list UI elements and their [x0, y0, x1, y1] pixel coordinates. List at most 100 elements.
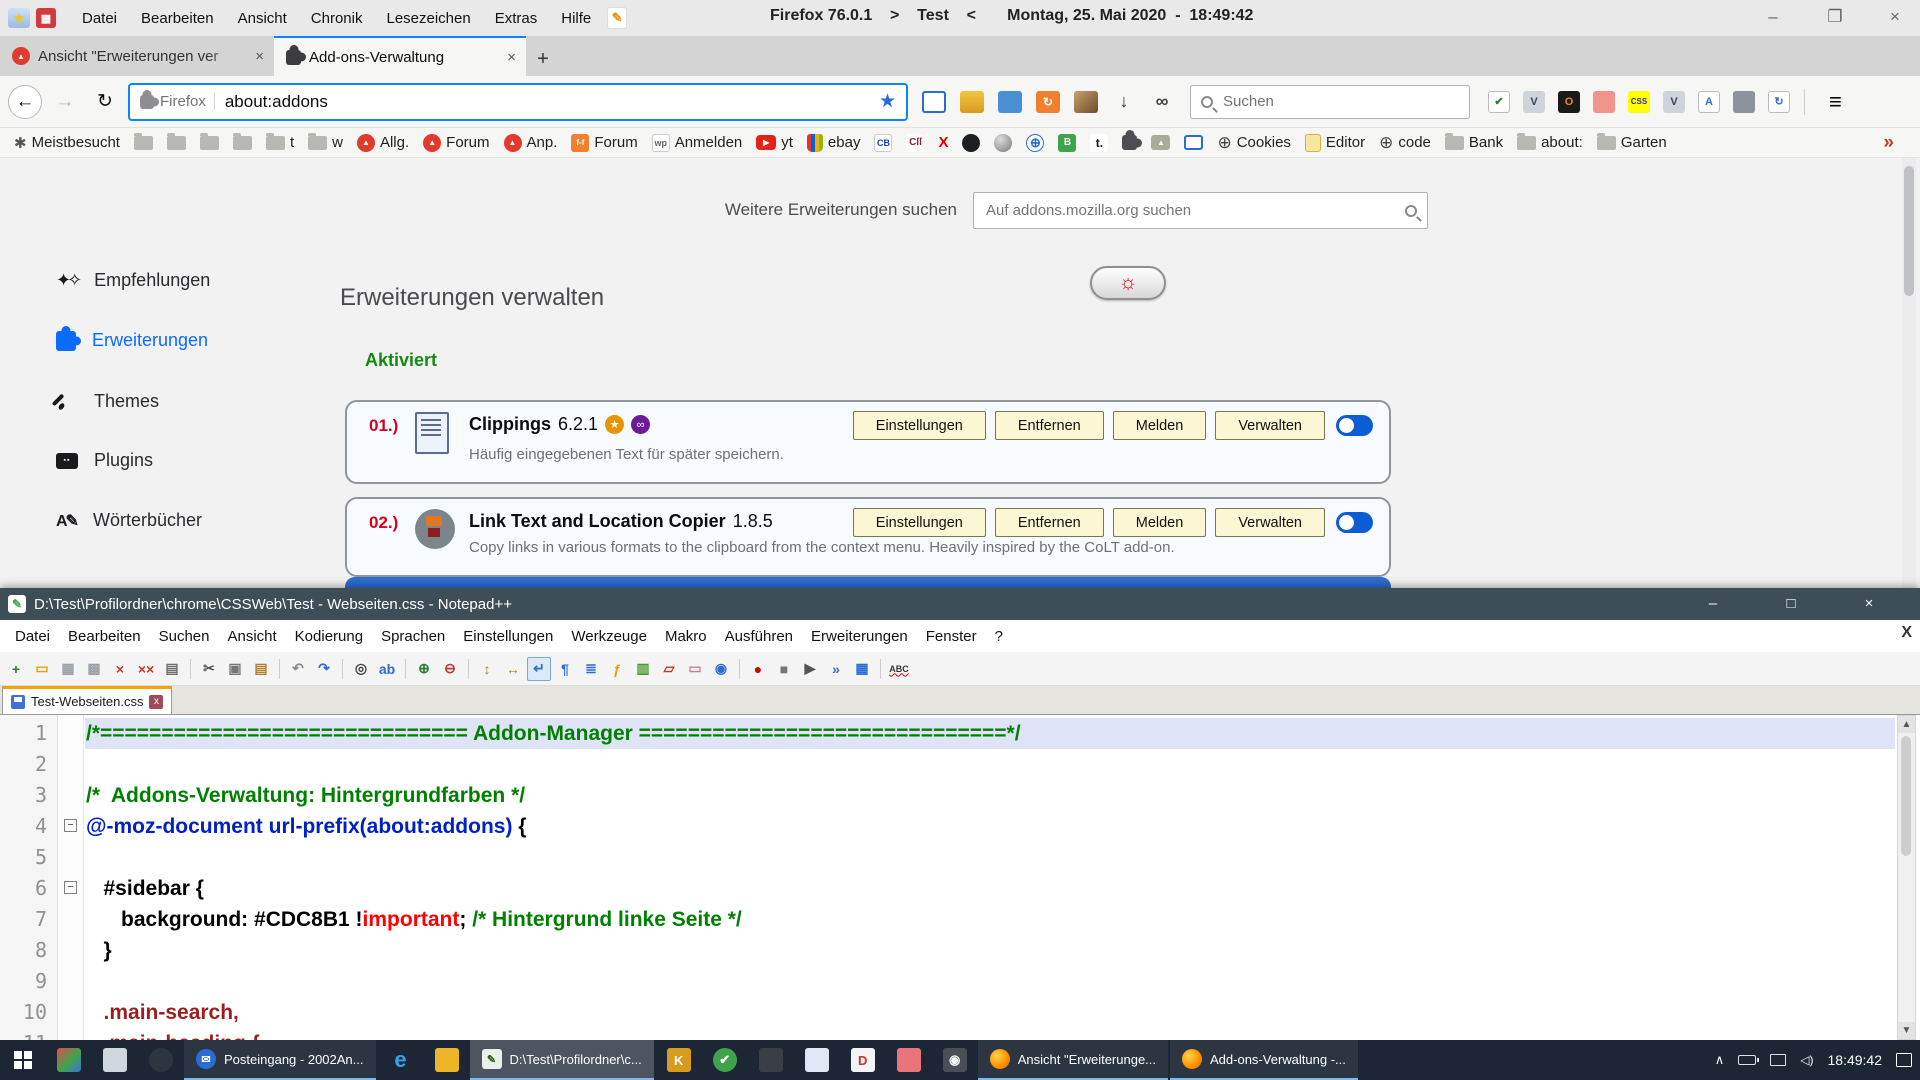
indent-guide-icon[interactable]: ≣: [579, 657, 603, 681]
forward-button[interactable]: →: [48, 85, 82, 119]
action-center-icon[interactable]: [1896, 1053, 1912, 1067]
sidebar-item-erweiterungen[interactable]: Erweiterungen: [56, 330, 208, 351]
bookmark-item-t[interactable]: t: [266, 134, 294, 151]
download-icon[interactable]: ↓: [1112, 91, 1136, 113]
session-window-icon[interactable]: ★: [8, 8, 30, 28]
function-list-icon[interactable]: ƒ: [605, 657, 629, 681]
npp-menu-ansicht[interactable]: Ansicht: [218, 624, 285, 649]
addon-button-entfernen[interactable]: Entfernen: [995, 508, 1104, 537]
battery-icon[interactable]: [1738, 1055, 1756, 1065]
bookmark-item[interactable]: [1184, 135, 1203, 150]
show-all-chars-icon[interactable]: ¶: [553, 657, 577, 681]
npp-minimize-button[interactable]: –: [1690, 588, 1736, 618]
tab-close-icon[interactable]: ×: [255, 48, 264, 65]
panels-icon[interactable]: [922, 91, 946, 113]
quill-icon[interactable]: ✎: [607, 7, 627, 29]
menu-chronik[interactable]: Chronik: [301, 6, 373, 31]
gray-extension-icon[interactable]: [1733, 91, 1755, 113]
menu-hilfe[interactable]: Hilfe: [551, 6, 601, 31]
menu-extras[interactable]: Extras: [485, 6, 548, 31]
notes-blue-icon[interactable]: [794, 1040, 840, 1080]
taskbar-button-firefox-window-1[interactable]: Ansicht "Erweiterunge...: [978, 1040, 1168, 1080]
npp-menu-datei[interactable]: Datei: [6, 624, 59, 649]
page-scrollbar[interactable]: [1902, 158, 1916, 588]
url-bar[interactable]: Firefox ★: [128, 83, 908, 121]
open-file-icon[interactable]: ▭: [30, 657, 54, 681]
npp-close-button[interactable]: ×: [1846, 588, 1892, 618]
bookmark-item-about[interactable]: about:: [1517, 134, 1583, 151]
find-icon[interactable]: ◎: [349, 657, 373, 681]
sidebar-item-wörterbücher[interactable]: A✎Wörterbücher: [56, 510, 202, 531]
menu-lesezeichen[interactable]: Lesezeichen: [376, 6, 480, 31]
menu-datei[interactable]: Datei: [72, 6, 127, 31]
npp-menu-werkzeuge[interactable]: Werkzeuge: [562, 624, 656, 649]
copy-icon[interactable]: ▣: [223, 657, 247, 681]
bookmark-item-editor[interactable]: Editor: [1305, 134, 1365, 152]
scroll-extension-icon[interactable]: [1593, 91, 1615, 113]
bookmark-item[interactable]: Cſſ: [906, 134, 924, 152]
close-button[interactable]: ×: [1872, 0, 1918, 34]
scroll-up-arrow[interactable]: ▲: [1898, 716, 1915, 733]
bookmark-item-allg[interactable]: ▲Allg.: [357, 134, 409, 152]
planet-icon[interactable]: [138, 1040, 184, 1080]
sidebar-item-empfehlungen[interactable]: ✦✧Empfehlungen: [56, 270, 210, 291]
zoom-in-icon[interactable]: ⊕: [412, 657, 436, 681]
clock-icon[interactable]: ◉: [709, 657, 733, 681]
display-icon[interactable]: [1770, 1054, 1786, 1066]
bookmark-item[interactable]: B: [1058, 134, 1076, 152]
sync-orange-icon[interactable]: ↻: [1036, 91, 1060, 113]
css-extension-icon[interactable]: CSS: [1628, 91, 1650, 113]
taskbar-button-firefox-window-2[interactable]: Add-ons-Verwaltung -...: [1170, 1040, 1358, 1080]
bookmark-item[interactable]: X: [938, 134, 948, 151]
translate-extension-icon[interactable]: A: [1698, 91, 1720, 113]
volume-icon[interactable]: ◁): [1800, 1053, 1813, 1067]
bookmarks-overflow-chevron[interactable]: »: [1883, 132, 1906, 154]
npp-doc-close-x[interactable]: X: [1901, 624, 1912, 642]
url-input[interactable]: [223, 91, 871, 113]
tools-gear-button[interactable]: ☼: [1090, 266, 1166, 300]
bookmark-item[interactable]: [962, 134, 980, 152]
bookmark-item[interactable]: ⊕: [1026, 134, 1044, 152]
addon-button-entfernen[interactable]: Entfernen: [995, 411, 1104, 440]
npp-menu-kodierung[interactable]: Kodierung: [286, 624, 372, 649]
cut-icon[interactable]: ✂: [197, 657, 221, 681]
print-icon[interactable]: ▤: [160, 657, 184, 681]
bookmark-item-forum[interactable]: f-fForum: [571, 134, 637, 152]
presentation-icon[interactable]: [92, 1040, 138, 1080]
bookmark-item-w[interactable]: w: [308, 134, 343, 151]
folder-blue-icon[interactable]: [998, 91, 1022, 113]
bookmark-item-garten[interactable]: Garten: [1597, 134, 1667, 151]
search-input[interactable]: [1221, 92, 1459, 111]
d-tool-icon[interactable]: D: [840, 1040, 886, 1080]
undo-icon[interactable]: ↶: [286, 657, 310, 681]
bookmark-item-meistbesucht[interactable]: ✱Meistbesucht: [14, 134, 120, 152]
search-box[interactable]: [1190, 85, 1470, 119]
sidebar-item-plugins[interactable]: ▪▪Plugins: [56, 450, 153, 471]
sidebar-item-themes[interactable]: Themes: [56, 390, 159, 412]
bookmark-item-forum[interactable]: ▲Forum: [423, 134, 489, 152]
editor-scrollbar-thumb[interactable]: [1901, 736, 1911, 856]
bookmark-star-icon[interactable]: ★: [879, 90, 896, 113]
npp-menu-einstellungen[interactable]: Einstellungen: [454, 624, 562, 649]
green-check-icon[interactable]: ✔: [702, 1040, 748, 1080]
mask-icon[interactable]: ∞: [1150, 91, 1174, 113]
bookmark-item[interactable]: [200, 136, 219, 150]
sync-extension-icon[interactable]: ↻: [1768, 91, 1790, 113]
bookmark-item[interactable]: ▲: [1151, 135, 1170, 150]
addon-button-einstellungen[interactable]: Einstellungen: [853, 508, 986, 537]
bookmark-item-code[interactable]: ⊕code: [1379, 133, 1431, 153]
menu-hamburger-icon[interactable]: ≡: [1819, 89, 1852, 115]
npp-menu-ausführen[interactable]: Ausführen: [716, 624, 802, 649]
reload-button[interactable]: ↻: [88, 85, 122, 119]
red-grid-icon[interactable]: ▦: [36, 8, 56, 28]
clock[interactable]: 18:49:42: [1828, 1052, 1883, 1068]
enable-toggle[interactable]: [1336, 415, 1373, 436]
doc-map-icon[interactable]: ▥: [631, 657, 655, 681]
npp-menu-sprachen[interactable]: Sprachen: [372, 624, 454, 649]
tab-close-icon[interactable]: x: [149, 695, 163, 709]
macro-play-icon[interactable]: ▶: [798, 657, 822, 681]
macro-run-multiple-icon[interactable]: »: [824, 657, 848, 681]
macro-stop-icon[interactable]: ■: [772, 657, 796, 681]
npp-maximize-button[interactable]: □: [1768, 588, 1814, 618]
npp-menu-fenster[interactable]: Fenster: [917, 624, 986, 649]
